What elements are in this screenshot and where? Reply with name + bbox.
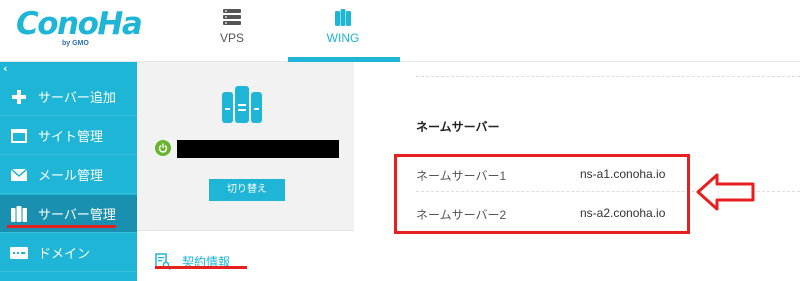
tab-vps[interactable]: VPS — [177, 0, 287, 62]
panel-pointer — [342, 252, 354, 272]
tab-wing-label: WING — [326, 31, 360, 45]
sidebar-item-label: サイト管理 — [38, 129, 104, 144]
highlight-underline-contract — [155, 266, 247, 269]
top-header: ConoHa by GMO VPS WING — [0, 0, 800, 62]
conoha-logo[interactable]: ConoHa by GMO — [0, 0, 143, 62]
document-search-icon — [155, 253, 172, 274]
logo-sub: by GMO — [62, 40, 89, 47]
server-panel: 切り替え 契約情報 — [137, 62, 354, 281]
switch-button[interactable]: 切り替え — [209, 179, 285, 201]
nameserver-highlight-box — [394, 154, 690, 234]
divider — [416, 76, 800, 77]
sidebar-item-label: メール管理 — [38, 168, 104, 183]
left-arrow-icon — [695, 172, 757, 216]
server-icon — [0, 205, 38, 223]
nameserver-title: ネームサーバー — [416, 120, 500, 134]
redacted-server-name — [177, 140, 339, 158]
tab-vps-label: VPS — [219, 31, 244, 45]
logo-text: ConoHa — [16, 6, 143, 42]
server-stack-icon — [222, 8, 242, 30]
sidebar-item-site[interactable]: サイト管理 — [0, 117, 137, 155]
sidebar-item-label: ドメイン — [38, 246, 91, 261]
sidebar-item-mail[interactable]: メール管理 — [0, 156, 137, 194]
sidebar-item-domain[interactable]: ドメイン — [0, 234, 137, 272]
wing-server-icon — [334, 8, 352, 32]
sidebar-item-add-server[interactable]: サーバー追加 — [0, 78, 137, 116]
server-large-icon — [220, 84, 264, 130]
collapse-sidebar-icon[interactable]: ‹ — [3, 62, 17, 76]
power-status-icon — [155, 140, 171, 156]
sidebar-item-label: サーバー追加 — [38, 90, 116, 105]
domain-icon — [0, 246, 38, 259]
sidebar-item-label: サーバー管理 — [38, 207, 116, 222]
tab-contract-info[interactable]: 契約情報 — [137, 230, 354, 281]
mail-icon — [0, 168, 38, 181]
plus-icon — [0, 89, 38, 104]
highlight-underline-server — [7, 225, 116, 228]
window-icon — [0, 128, 38, 143]
sidebar: ‹ サーバー追加 サイト管理 メール管理 サーバー管理 ドメイン — [0, 62, 137, 281]
tab-wing[interactable]: WING — [288, 0, 400, 62]
server-card: 切り替え — [137, 62, 354, 230]
